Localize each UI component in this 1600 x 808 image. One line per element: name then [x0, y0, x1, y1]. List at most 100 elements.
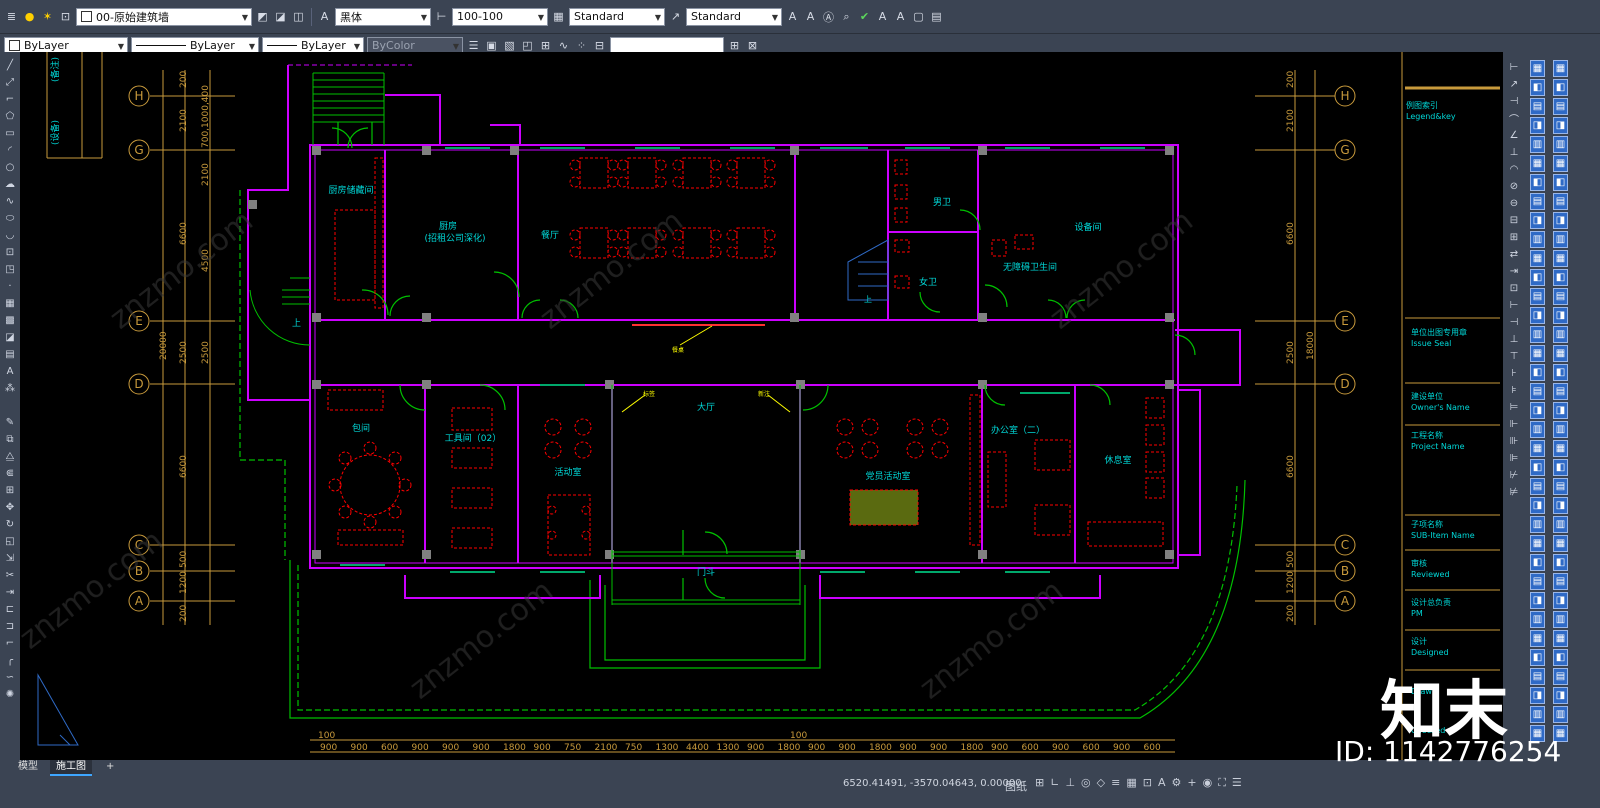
plugin-tool-1-9-icon[interactable]: ◨	[1530, 212, 1545, 229]
plugin-tool-2-22-icon[interactable]: ◧	[1553, 459, 1568, 476]
osnap-icon[interactable]: ◇	[1097, 776, 1105, 790]
insert-block-icon[interactable]: ⊡	[3, 245, 17, 260]
plugin-tool-1-14-icon[interactable]: ◨	[1530, 307, 1545, 324]
linear-dim-icon[interactable]: ⊢	[1507, 60, 1521, 75]
plugin-tool-1-32-icon[interactable]: ◧	[1530, 649, 1545, 666]
revcloud-icon[interactable]: ☁	[3, 177, 17, 192]
add-tab-button[interactable]: +	[100, 760, 120, 774]
plugin-tool-1-12-icon[interactable]: ◧	[1530, 269, 1545, 286]
blend-icon[interactable]: ∽	[3, 670, 17, 685]
plugin-tool-1-30-icon[interactable]: ▥	[1530, 611, 1545, 628]
scale-icon[interactable]: ◱	[3, 534, 17, 549]
plugin-tool-1-4-icon[interactable]: ◨	[1530, 117, 1545, 134]
plugin-tool-2-33-icon[interactable]: ▤	[1553, 668, 1568, 685]
plugin-tool-1-22-icon[interactable]: ◧	[1530, 459, 1545, 476]
arc-length-icon[interactable]: ⊣	[1507, 94, 1521, 109]
match-layer-icon[interactable]: ◫	[291, 9, 306, 24]
table-icon[interactable]: ▤	[3, 347, 17, 362]
spline-icon[interactable]: ∿	[3, 194, 17, 209]
plugin-tool-2-12-icon[interactable]: ◧	[1553, 269, 1568, 286]
plugin-tool-2-2-icon[interactable]: ◧	[1553, 79, 1568, 96]
chamfer-icon[interactable]: ⌐	[3, 636, 17, 651]
polar-icon[interactable]: ◎	[1081, 776, 1091, 790]
freeze-icon[interactable]: ⊡	[58, 9, 73, 24]
plugin-tool-2-9-icon[interactable]: ◨	[1553, 212, 1568, 229]
plugin-tool-2-3-icon[interactable]: ▤	[1553, 98, 1568, 115]
plugin-tool-2-15-icon[interactable]: ▥	[1553, 326, 1568, 343]
plugin-tool-2-19-icon[interactable]: ◨	[1553, 402, 1568, 419]
plugin-tool-1-35-icon[interactable]: ▥	[1530, 706, 1545, 723]
plugin-tool-2-10-icon[interactable]: ▥	[1553, 231, 1568, 248]
plugin-tool-1-26-icon[interactable]: ▦	[1530, 535, 1545, 552]
plugin-tool-1-5-icon[interactable]: ▥	[1530, 136, 1545, 153]
plugin-tool-2-1-icon[interactable]: ▦	[1553, 60, 1568, 77]
plugin-tool-1-33-icon[interactable]: ▤	[1530, 668, 1545, 685]
extend-icon[interactable]: ⇥	[3, 585, 17, 600]
erase-icon[interactable]: ✎	[3, 415, 17, 430]
quick-dim-icon[interactable]: ⊞	[1507, 230, 1521, 245]
plugin-tool-2-4-icon[interactable]: ◨	[1553, 117, 1568, 134]
plugin-tool-2-31-icon[interactable]: ▦	[1553, 630, 1568, 647]
plugin-tool-2-32-icon[interactable]: ◧	[1553, 649, 1568, 666]
fillet-icon[interactable]: ╭	[3, 653, 17, 668]
path-icon[interactable]: ∿	[556, 38, 571, 53]
gradient-icon[interactable]: ▩	[3, 313, 17, 328]
polygon-icon[interactable]: ⬠	[3, 109, 17, 124]
leader-icon[interactable]: ⊩	[1507, 417, 1521, 432]
plugin-tool-1-3-icon[interactable]: ▤	[1530, 98, 1545, 115]
tab-model[interactable]: 模型	[12, 760, 44, 774]
layer-manager-icon[interactable]: ≣	[4, 9, 19, 24]
text-scale-icon[interactable]: A	[875, 9, 890, 24]
plugin-tool-2-6-icon[interactable]: ▦	[1553, 155, 1568, 172]
baseline-dim-icon[interactable]: ⊖	[1507, 196, 1521, 211]
point-icon[interactable]: ·	[3, 279, 17, 294]
plugin-tool-1-20-icon[interactable]: ▥	[1530, 421, 1545, 438]
move-icon[interactable]: ✥	[3, 500, 17, 515]
plugin-tool-2-26-icon[interactable]: ▦	[1553, 535, 1568, 552]
line-icon[interactable]: ╱	[3, 58, 17, 73]
break-icon[interactable]: ⊏	[3, 602, 17, 617]
insert-icon[interactable]: ◰	[520, 38, 535, 53]
plugin-tool-1-31-icon[interactable]: ▦	[1530, 630, 1545, 647]
plus-icon[interactable]: +	[1187, 776, 1196, 790]
plugin-tool-2-35-icon[interactable]: ▥	[1553, 706, 1568, 723]
array-icon[interactable]: ⊞	[3, 483, 17, 498]
table-style-icon[interactable]: ▦	[551, 9, 566, 24]
align-leaders-icon[interactable]: ⊫	[1507, 451, 1521, 466]
drawing-canvas[interactable]: (备注) (设备) H G E D C B A 200 2100 700,100…	[13, 52, 1503, 760]
rotate-icon[interactable]: ↻	[3, 517, 17, 532]
sun-icon[interactable]: ✶	[40, 9, 55, 24]
join-icon[interactable]: ⊐	[3, 619, 17, 634]
plugin-tool-1-7-icon[interactable]: ◧	[1530, 174, 1545, 191]
table-icon[interactable]: ▤	[929, 9, 944, 24]
radius-dim-icon[interactable]: ⌒	[1507, 111, 1521, 126]
ellipse-icon[interactable]: ⬭	[3, 211, 17, 226]
text-edit-icon[interactable]: A	[803, 9, 818, 24]
dim-space-icon[interactable]: ⇄	[1507, 247, 1521, 262]
plugin-tool-1-8-icon[interactable]: ▤	[1530, 193, 1545, 210]
plugin-tool-1-27-icon[interactable]: ◧	[1530, 554, 1545, 571]
text-frame-icon[interactable]: ▢	[911, 9, 926, 24]
dim-style-dropdown[interactable]: 100-100 ▼	[452, 7, 548, 26]
plugin-tool-2-5-icon[interactable]: ▥	[1553, 136, 1568, 153]
fullscreen-icon[interactable]: ⛶	[1218, 776, 1226, 790]
plugin-tool-2-11-icon[interactable]: ▦	[1553, 250, 1568, 267]
ellipse-arc-icon[interactable]: ◡	[3, 228, 17, 243]
inspection-icon[interactable]: ⊣	[1507, 315, 1521, 330]
table-style-dropdown[interactable]: Standard ▼	[569, 7, 665, 26]
jogged-dim-icon[interactable]: ⊘	[1507, 179, 1521, 194]
offset-icon[interactable]: ⋐	[3, 466, 17, 481]
plugin-tool-2-20-icon[interactable]: ▥	[1553, 421, 1568, 438]
plugin-tool-1-16-icon[interactable]: ▦	[1530, 345, 1545, 362]
match-properties-icon[interactable]: ▣	[484, 38, 499, 53]
plugin-tool-2-23-icon[interactable]: ▤	[1553, 478, 1568, 495]
jogged-linear-icon[interactable]: ⊥	[1507, 332, 1521, 347]
search-icon[interactable]: ⌕	[839, 9, 854, 24]
make-block-icon[interactable]: ◳	[3, 262, 17, 277]
tile-icon[interactable]: ⊠	[745, 38, 760, 53]
workspace-icon[interactable]: ⚙	[1171, 776, 1181, 790]
plugin-tool-2-28-icon[interactable]: ▤	[1553, 573, 1568, 590]
text-justify-icon[interactable]: A	[893, 9, 908, 24]
plugin-tool-2-25-icon[interactable]: ▥	[1553, 516, 1568, 533]
spell-check-icon[interactable]: ✔	[857, 9, 872, 24]
